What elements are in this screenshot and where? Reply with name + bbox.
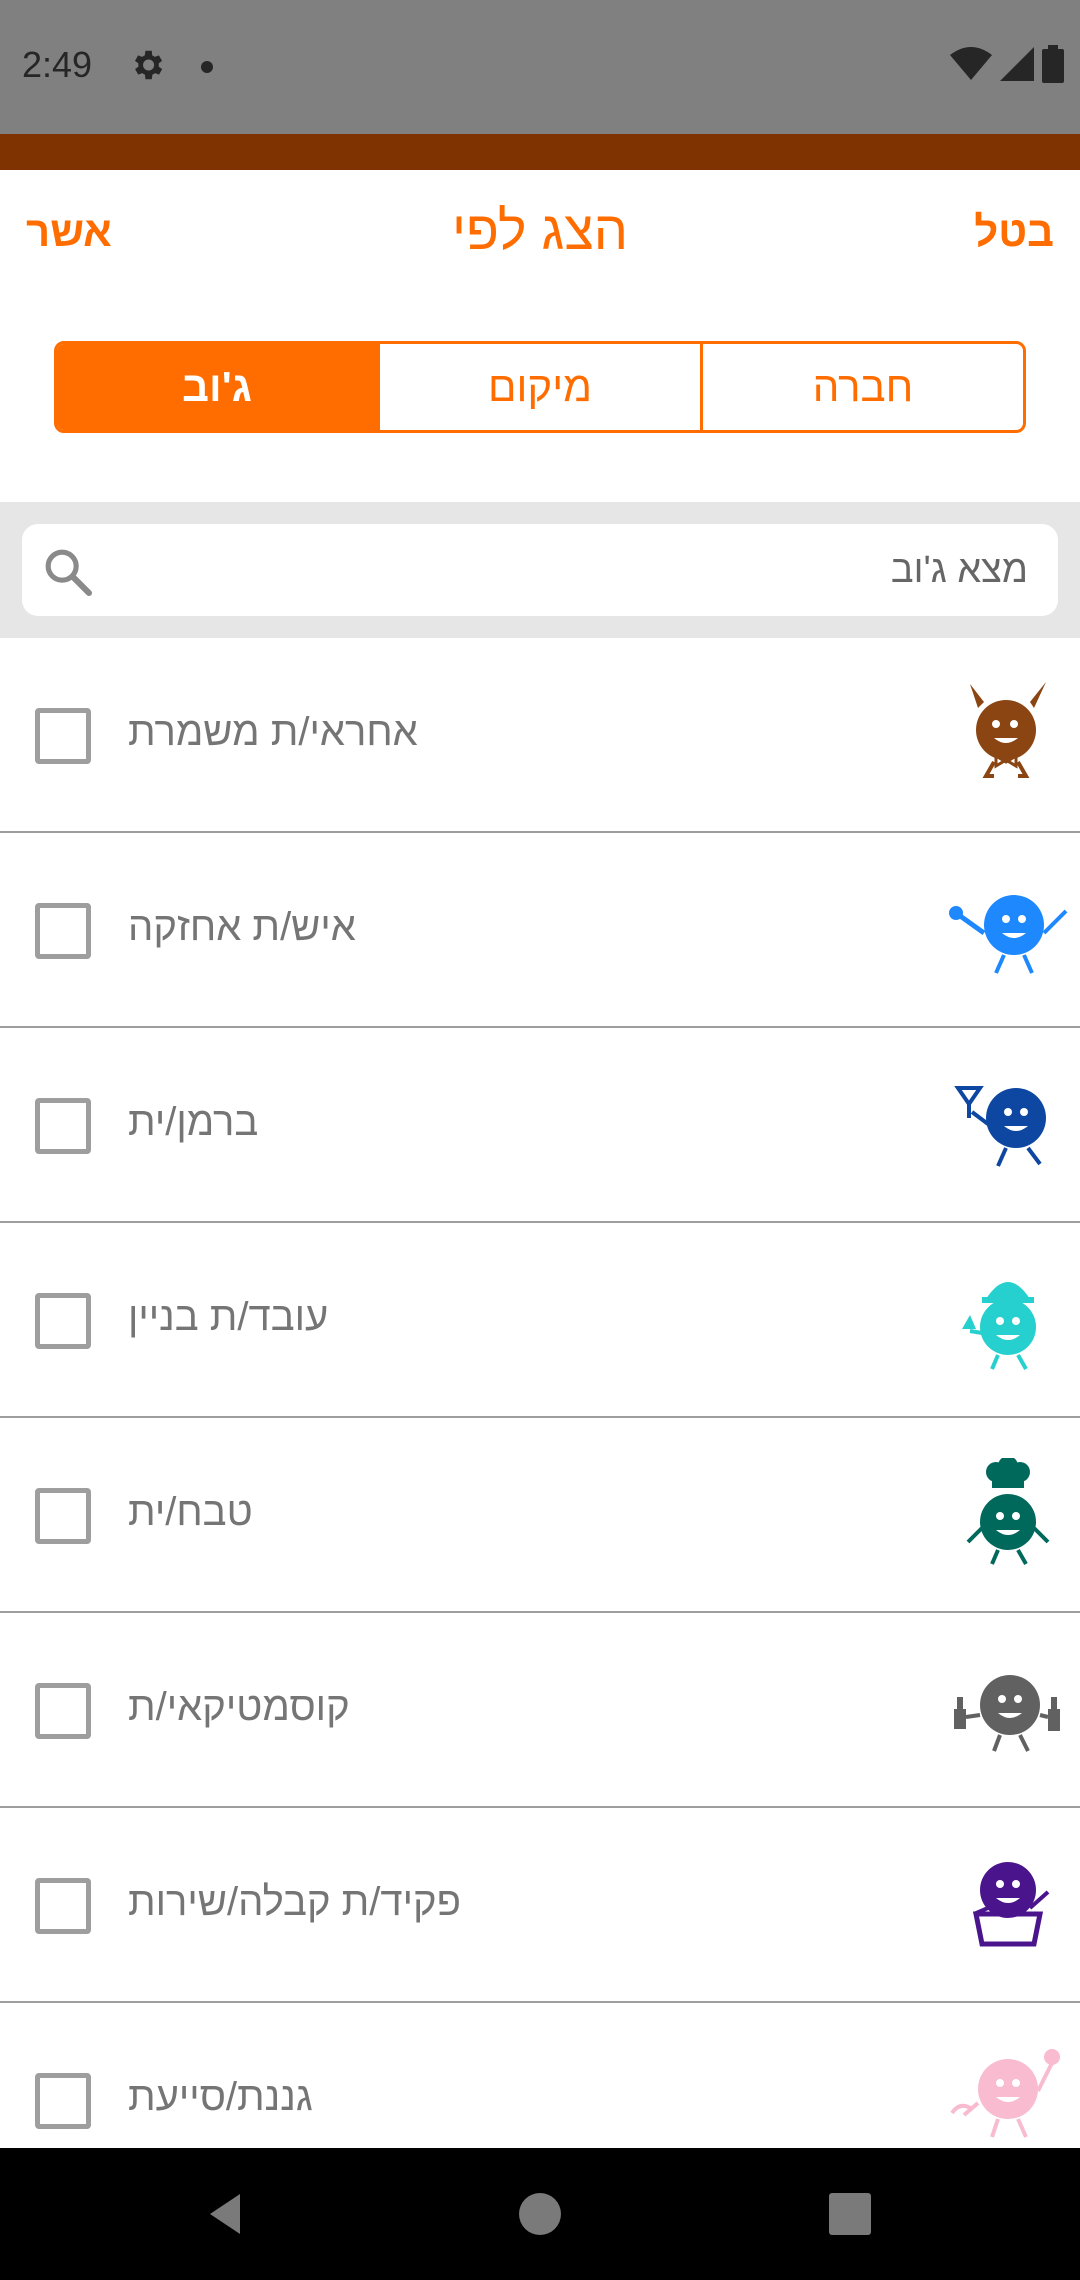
list-item[interactable]: עובד/ת בניין xyxy=(0,1223,1080,1418)
brand-strip xyxy=(0,134,1080,170)
job-checkbox[interactable] xyxy=(35,1683,91,1739)
job-label: איש/ת אחזקה xyxy=(128,905,356,949)
job-label: גננת/סייעת xyxy=(128,2075,313,2119)
page-title: הצג לפי xyxy=(452,201,628,261)
search-box[interactable] xyxy=(22,524,1058,616)
search-band xyxy=(0,502,1080,638)
system-nav-bar xyxy=(0,2148,1080,2280)
dialog-header: אשר הצג לפי בטל xyxy=(0,170,1080,330)
search-icon xyxy=(45,549,93,597)
signal-icon xyxy=(1000,47,1034,81)
maintenance-character-icon xyxy=(949,895,1068,974)
receptionist-character-icon xyxy=(972,1862,1050,1947)
job-checkbox[interactable] xyxy=(35,903,91,959)
back-icon[interactable] xyxy=(196,2184,256,2244)
job-checkbox[interactable] xyxy=(35,1098,91,1154)
status-indicators xyxy=(950,44,1064,84)
tab-job[interactable]: ג'וב xyxy=(57,344,380,430)
kindergarten-teacher-character-icon xyxy=(950,2049,1060,2138)
status-time: 2:49 xyxy=(22,44,93,85)
job-label: ברמן/ית xyxy=(128,1100,259,1144)
tab-location[interactable]: מיקום xyxy=(380,344,703,430)
job-list: אחראי/ת משמרת איש/ת אחזקה ברמן/ית עובד/ת… xyxy=(0,638,1080,2148)
list-item[interactable]: איש/ת אחזקה xyxy=(0,833,1080,1028)
cosmetician-character-icon xyxy=(954,1675,1060,1752)
job-checkbox[interactable] xyxy=(35,1293,91,1349)
job-checkbox[interactable] xyxy=(35,2073,91,2129)
job-label: קוסמטיקאי/ת xyxy=(128,1685,350,1729)
job-label: טבח/ית xyxy=(128,1490,253,1534)
list-item[interactable]: אחראי/ת משמרת xyxy=(0,638,1080,833)
list-item[interactable]: פקיד/ת קבלה/שירות xyxy=(0,1808,1080,2003)
list-item[interactable]: גננת/סייעת xyxy=(0,2003,1080,2148)
gear-icon xyxy=(134,50,163,80)
recents-icon[interactable] xyxy=(820,2184,880,2244)
job-checkbox[interactable] xyxy=(35,1488,91,1544)
job-label: פקיד/ת קבלה/שירות xyxy=(128,1880,461,1924)
notification-dot-icon xyxy=(201,61,213,73)
shift-manager-character-icon xyxy=(970,682,1046,778)
chef-character-icon xyxy=(966,1458,1050,1565)
battery-icon xyxy=(1042,45,1064,83)
status-bar: 2:49 xyxy=(0,0,1080,134)
wifi-icon xyxy=(950,47,992,80)
list-item[interactable]: קוסמטיקאי/ת xyxy=(0,1613,1080,1808)
cancel-button[interactable]: בטל xyxy=(974,208,1054,256)
search-input[interactable] xyxy=(122,524,1028,616)
list-item[interactable]: ברמן/ית xyxy=(0,1028,1080,1223)
construction-worker-character-icon xyxy=(962,1282,1036,1370)
home-icon[interactable] xyxy=(510,2184,570,2244)
job-label: אחראי/ת משמרת xyxy=(128,710,418,754)
job-checkbox[interactable] xyxy=(35,708,91,764)
filter-tabs: ג'וב מיקום חברה xyxy=(54,341,1026,433)
list-item[interactable]: טבח/ית xyxy=(0,1418,1080,1613)
tab-company[interactable]: חברה xyxy=(703,344,1023,430)
bartender-character-icon xyxy=(954,1086,1046,1167)
job-checkbox[interactable] xyxy=(35,1878,91,1934)
job-label: עובד/ת בניין xyxy=(128,1295,329,1339)
